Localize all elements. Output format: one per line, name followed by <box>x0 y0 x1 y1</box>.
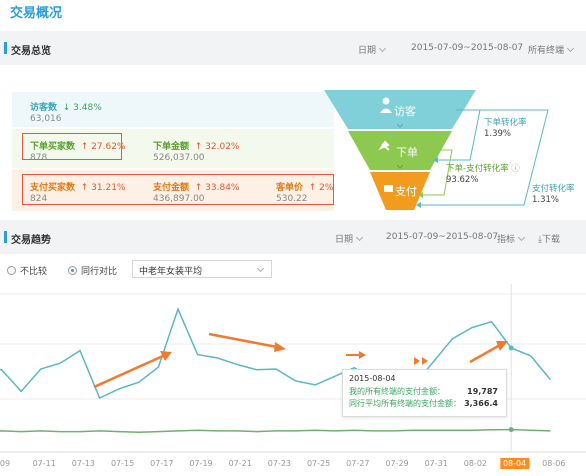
download-button[interactable]: ⤓下载 <box>538 232 560 245</box>
rate-value: 1.39% <box>484 129 512 139</box>
trend-title: 交易趋势 <box>11 235 51 246</box>
pay-rate: 支付转化率 1.31% <box>532 184 575 206</box>
x-tick-label: 07-29 <box>385 459 409 468</box>
radio-circle-selected <box>68 266 77 275</box>
download-label: 下载 <box>541 235 560 245</box>
tooltip-my-row: 我的所有终端的支付金额： 19,787 <box>349 386 500 398</box>
arrow-head-icon <box>359 351 366 359</box>
arrow-head-icon <box>414 357 420 365</box>
tooltip-label: 同行平均所有终端的支付金额： <box>349 399 461 408</box>
rate-label: 下单-支付转化率 ⓘ <box>446 164 520 174</box>
metric-dropdown[interactable]: 指标 <box>497 232 526 245</box>
tooltip-peer-row: 同行平均所有终端的支付金额： 3,366.4 <box>349 398 500 410</box>
x-tick-label: 08-06 <box>542 459 566 468</box>
radio-label: 同行对比 <box>81 267 118 277</box>
trend-arrow <box>469 343 501 364</box>
radio-label: 不比较 <box>20 267 48 277</box>
rate-value: 93.62% <box>446 175 479 185</box>
trend-arrow <box>208 332 278 349</box>
x-tick-label: 07-23 <box>267 459 292 468</box>
x-tick-label: 07-17 <box>150 459 174 468</box>
trend-date-range[interactable]: 2015-07-09~2015-08-07 <box>386 232 498 242</box>
chevron-down-icon <box>256 264 265 273</box>
rate-label: 支付转化率 <box>532 184 575 194</box>
funnel-label-pay: 支付 <box>395 185 417 198</box>
wallet-icon <box>384 185 393 192</box>
chevron-down-icon <box>517 233 526 242</box>
user-icon <box>382 97 390 105</box>
radio-circle <box>7 266 16 275</box>
x-tick-label: 07-19 <box>189 459 213 468</box>
x-tick-label: 08-04 <box>499 458 530 469</box>
chart-tooltip: 2015-08-04 我的所有终端的支付金额： 19,787 同行平均所有终端的支… <box>342 369 507 417</box>
x-tick-label: 07-25 <box>306 459 331 468</box>
tooltip-date: 2015-08-04 <box>349 374 396 383</box>
arrow-head-icon <box>422 357 428 365</box>
peer-select[interactable]: 中老年女装平均 <box>132 260 272 278</box>
metric-dropdown-label: 指标 <box>497 235 516 245</box>
x-tick-label: 07-15 <box>110 459 135 468</box>
trend-date-dropdown[interactable]: 日期 <box>335 232 364 245</box>
tooltip-value: 3,366.4 <box>464 399 498 408</box>
rate-value: 1.31% <box>532 195 560 205</box>
funnel-graphic <box>324 90 549 210</box>
funnel-label-order: 下单 <box>396 146 418 159</box>
x-tick-label: 07-27 <box>346 459 370 468</box>
x-tick-label: 07-21 <box>228 459 252 468</box>
date-label: 日期 <box>335 235 354 245</box>
chevron-down-icon <box>355 233 364 242</box>
series-line-peer <box>0 428 551 434</box>
info-icon[interactable]: ⓘ <box>509 164 520 174</box>
x-tick-label: 08-02 <box>463 459 488 468</box>
x-tick-label: 07-31 <box>424 459 448 468</box>
x-tick-label: 09 <box>0 459 11 468</box>
tooltip-label: 我的所有终端的支付金额： <box>349 387 445 396</box>
order-pay-rate: 下单-支付转化率 ⓘ 93.62% <box>446 164 520 186</box>
hover-point[interactable] <box>508 345 514 351</box>
radio-peer-compare[interactable]: 同行对比 <box>68 264 117 277</box>
order-rate: 下单转化率 1.39% <box>484 118 527 140</box>
x-tick-label: 07-13 <box>71 459 96 468</box>
trend-header: 交易趋势 日期 2015-07-09~2015-08-07 指标 ⤓下载 <box>0 220 586 254</box>
section-accent <box>4 231 7 243</box>
radio-no-compare[interactable]: 不比较 <box>7 264 47 277</box>
series-layer <box>0 284 551 452</box>
funnel-label-visit: 访客 <box>394 105 416 118</box>
hover-point[interactable] <box>508 427 514 433</box>
x-tick-label: 07-11 <box>32 459 56 468</box>
rate-label: 下单转化率 <box>484 118 527 128</box>
peer-select-value: 中老年女装平均 <box>139 267 203 277</box>
tooltip-value: 19,787 <box>467 387 498 396</box>
